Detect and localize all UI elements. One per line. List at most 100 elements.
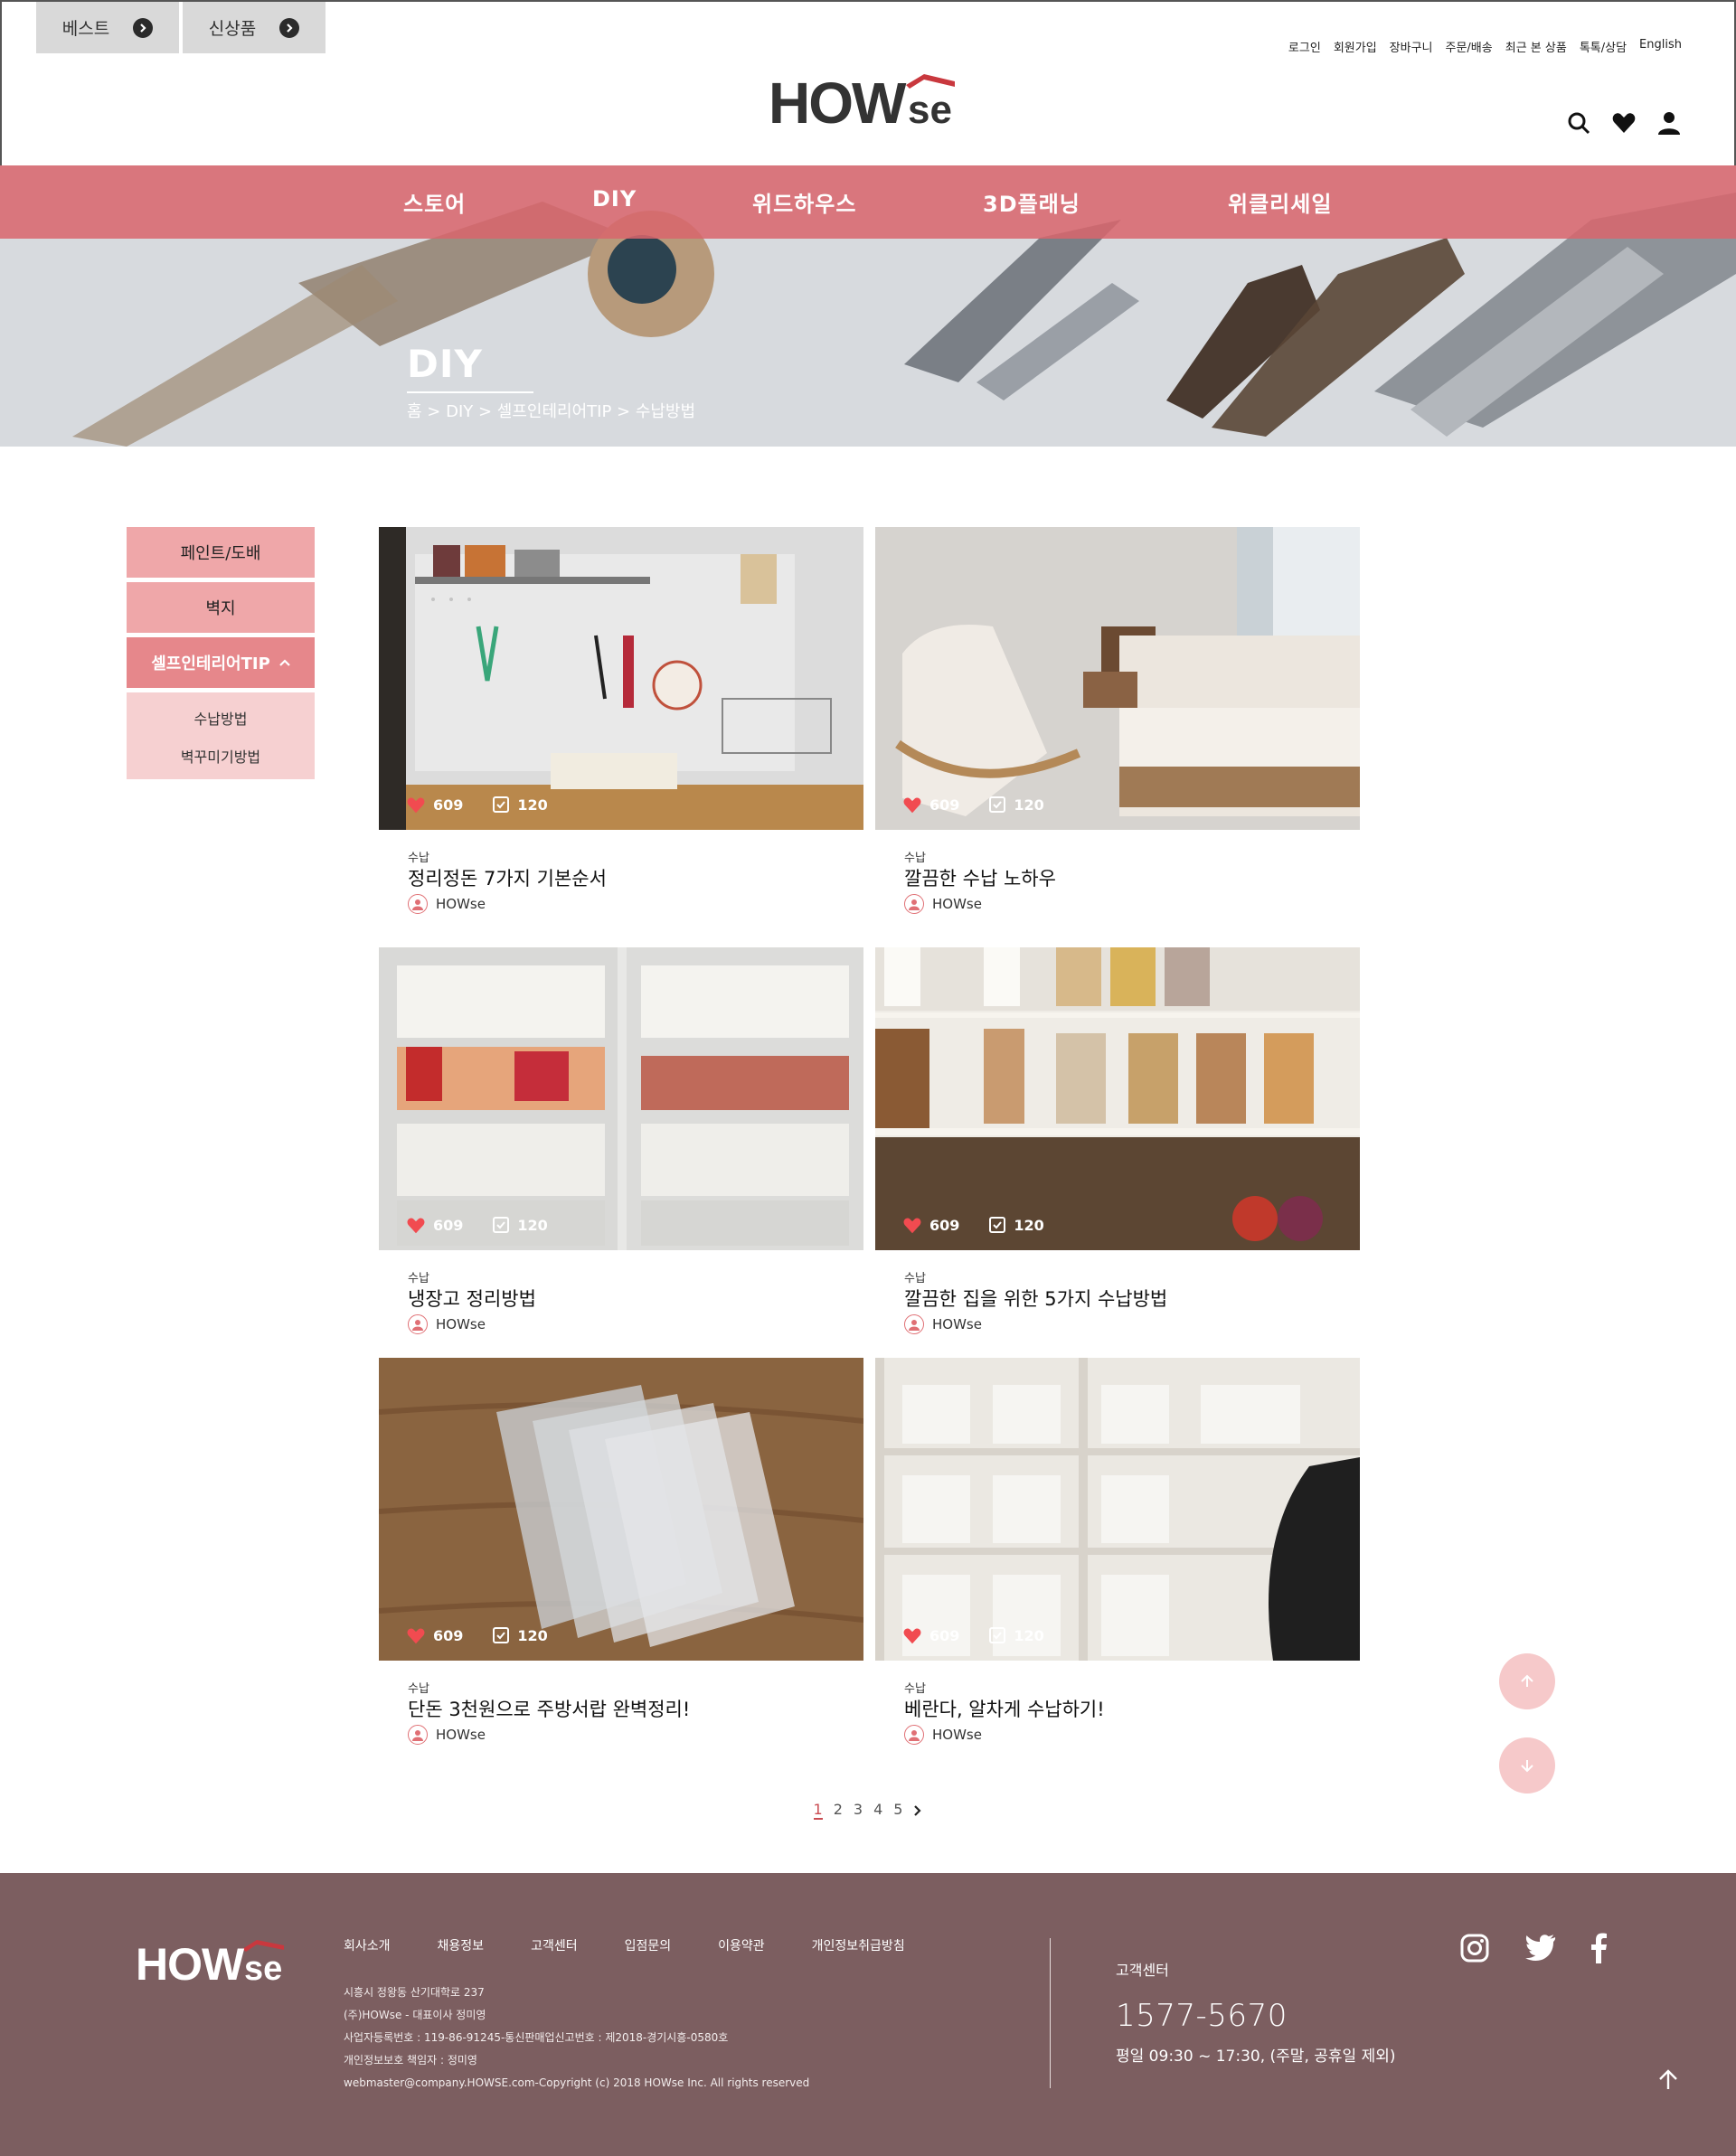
card-stats: 609 120 [902, 1626, 1044, 1644]
article-thumbnail[interactable]: 609 120 [875, 947, 1360, 1250]
english-link[interactable]: English [1639, 38, 1682, 55]
author-name: HOWse [436, 1316, 486, 1332]
footer-link-careers[interactable]: 채용정보 [438, 1936, 485, 1954]
quick-tab-best[interactable]: 베스트 [36, 2, 179, 53]
likes[interactable]: 609 [406, 796, 463, 814]
company-info: 시흥시 정왕동 산기대학로 237 (주)HOWse - 대표이사 정미영 사업… [344, 1982, 809, 2095]
instagram-icon[interactable] [1459, 1933, 1490, 1963]
login-link[interactable]: 로그인 [1288, 38, 1321, 55]
article-thumbnail[interactable]: 609 120 [379, 947, 863, 1250]
article-title[interactable]: 베란다, 알차게 수납하기! [904, 1695, 1105, 1722]
heart-icon[interactable] [1611, 110, 1637, 136]
likes[interactable]: 609 [406, 1216, 463, 1234]
like-count: 609 [929, 796, 960, 814]
footer-link-privacy[interactable]: 개인정보취급방침 [812, 1936, 905, 1954]
sidebar-item-wallpaper[interactable]: 벽지 [127, 582, 315, 633]
back-to-top-button[interactable] [1656, 2068, 1680, 2095]
heart-icon [903, 797, 921, 814]
nav-diy[interactable]: DIY [592, 186, 637, 212]
cart-link[interactable]: 장바구니 [1390, 38, 1433, 55]
like-count: 609 [929, 1216, 960, 1234]
search-icon[interactable] [1566, 110, 1591, 136]
saves[interactable]: 120 [988, 796, 1044, 814]
article-category: 수납 [408, 852, 429, 865]
article-title[interactable]: 냉장고 정리방법 [408, 1285, 536, 1312]
article-card[interactable]: 609 120 수납 단돈 3천원으로 주방서랍 완벽정리! HOWse [379, 1358, 863, 1756]
privacy-officer: 개인정보보호 책임자 : 정미영 [344, 2054, 477, 2067]
article-category: 수납 [904, 1682, 926, 1696]
article-title[interactable]: 단돈 3천원으로 주방서랍 완벽정리! [408, 1695, 690, 1722]
page-link-current[interactable]: 1 [813, 1801, 823, 1820]
talk-link[interactable]: 톡톡/상담 [1580, 38, 1627, 55]
likes[interactable]: 609 [902, 1626, 959, 1644]
scroll-up-button[interactable] [1499, 1653, 1555, 1709]
signup-link[interactable]: 회원가입 [1334, 38, 1377, 55]
site-logo[interactable]: HOW se [769, 69, 967, 136]
submenu-storage[interactable]: 수납방법 [127, 707, 315, 729]
cs-label: 고객센터 [1116, 1962, 1169, 1979]
likes[interactable]: 609 [902, 1216, 959, 1234]
footer-divider [1050, 1938, 1051, 2088]
utility-links: 로그인 회원가입 장바구니 주문/배송 최근 본 상품 톡톡/상담 Englis… [1288, 38, 1682, 55]
nav-store[interactable]: 스토어 [403, 186, 466, 218]
likes[interactable]: 609 [406, 1626, 463, 1644]
saves[interactable]: 120 [492, 1216, 548, 1234]
article-card[interactable]: 609 120 수납 깔끔한 수납 노하우 HOWse [875, 527, 1360, 925]
twitter-icon[interactable] [1524, 1933, 1557, 1962]
nav-3d-planning[interactable]: 3D플래닝 [983, 186, 1080, 218]
recent-items-link[interactable]: 최근 본 상품 [1505, 38, 1567, 55]
saves[interactable]: 120 [988, 1626, 1044, 1644]
card-stats: 609 120 [902, 1216, 1044, 1234]
saves[interactable]: 120 [988, 1216, 1044, 1234]
article-title[interactable]: 깔끔한 수납 노하우 [904, 864, 1056, 891]
page-link[interactable]: 4 [873, 1801, 882, 1820]
article-card[interactable]: 609 120 수납 냉장고 정리방법 HOWse [379, 947, 863, 1345]
sidebar-item-paint[interactable]: 페인트/도배 [127, 527, 315, 578]
page-link[interactable]: 3 [854, 1801, 863, 1820]
company-registration: 사업자등록번호 : 119-86-91245-통신판매업신고번호 : 제2018… [344, 2031, 729, 2044]
footer-link-support[interactable]: 고객센터 [531, 1936, 578, 1954]
page-link[interactable]: 5 [893, 1801, 902, 1820]
article-card[interactable]: 609 120 수납 정리정돈 7가지 기본순서 HOWse [379, 527, 863, 925]
article-title[interactable]: 정리정돈 7가지 기본순서 [408, 864, 607, 891]
article-thumbnail[interactable]: 609 120 [379, 1358, 863, 1661]
article-thumbnail[interactable]: 609 120 [379, 527, 863, 830]
sidebar-item-self-interior-tip[interactable]: 셀프인테리어TIP [127, 637, 315, 688]
article-card[interactable]: 609 120 수납 깔끔한 집을 위한 5가지 수납방법 HOWse [875, 947, 1360, 1345]
save-count: 120 [1014, 796, 1044, 814]
facebook-icon[interactable] [1589, 1933, 1609, 1963]
submenu-wall-decor[interactable]: 벽꾸미기방법 [127, 745, 315, 767]
chevron-up-icon [278, 658, 290, 667]
article-category: 수납 [408, 1682, 429, 1696]
nav-weekly-sale[interactable]: 위클리세일 [1228, 186, 1332, 218]
footer-logo[interactable]: HOW se [136, 1933, 298, 1990]
saves[interactable]: 120 [492, 796, 548, 814]
avatar [408, 1314, 428, 1334]
arrow-right-icon [279, 17, 300, 38]
article-card[interactable]: 609 120 수납 베란다, 알차게 수납하기! HOWse [875, 1358, 1360, 1756]
breadcrumb: 홈 > DIY > 셀프인테리어TIP > 수납방법 [407, 402, 696, 421]
orders-link[interactable]: 주문/배송 [1446, 38, 1493, 55]
card-stats: 609 120 [406, 1216, 548, 1234]
save-count: 120 [1014, 1626, 1044, 1644]
checkbox-icon [989, 796, 1006, 813]
article-title[interactable]: 깔끔한 집을 위한 5가지 수납방법 [904, 1285, 1167, 1312]
footer-link-partnership[interactable]: 입점문의 [625, 1936, 672, 1954]
article-thumbnail[interactable]: 609 120 [875, 1358, 1360, 1661]
quick-tab-new[interactable]: 신상품 [183, 2, 326, 53]
svg-text:HOW: HOW [136, 1939, 245, 1987]
next-page-icon[interactable] [913, 1801, 922, 1820]
scroll-down-button[interactable] [1499, 1737, 1555, 1794]
likes[interactable]: 609 [902, 796, 959, 814]
saves[interactable]: 120 [492, 1626, 548, 1644]
nav-with-house[interactable]: 위드하우스 [752, 186, 856, 218]
checkbox-icon [493, 796, 510, 813]
footer-link-terms[interactable]: 이용약관 [718, 1936, 765, 1954]
user-icon[interactable] [1656, 110, 1682, 136]
article-thumbnail[interactable]: 609 120 [875, 527, 1360, 830]
page-link[interactable]: 2 [834, 1801, 843, 1820]
footer-link-company[interactable]: 회사소개 [344, 1936, 391, 1954]
article-author: HOWse [408, 1314, 486, 1334]
author-name: HOWse [932, 896, 982, 912]
save-count: 120 [517, 1216, 548, 1234]
